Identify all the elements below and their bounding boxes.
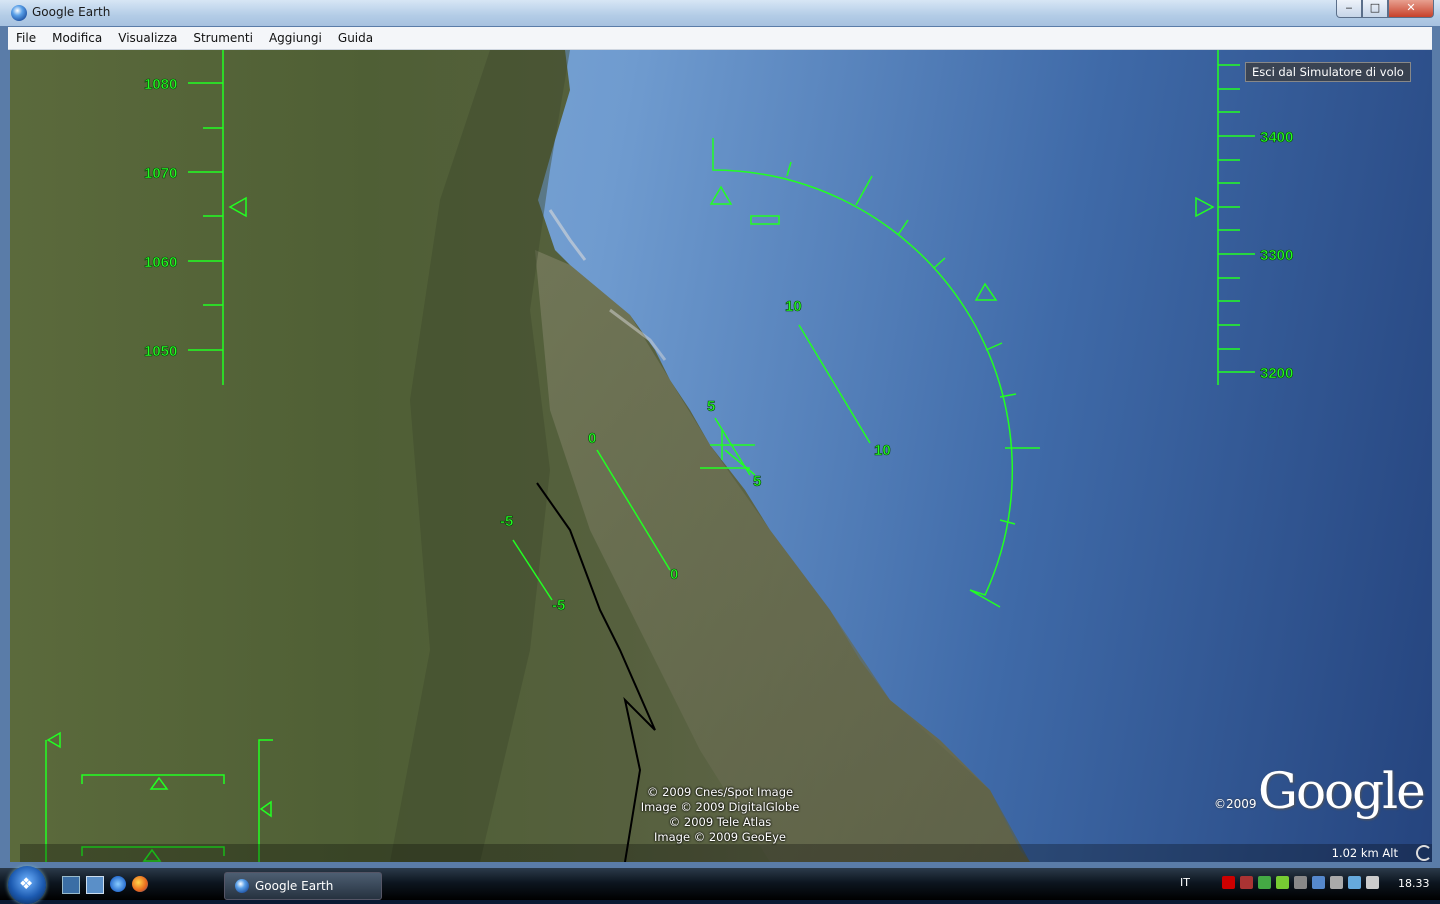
menu-aggiungi[interactable]: Aggiungi — [261, 28, 330, 45]
exit-flight-simulator-button[interactable]: Esci dal Simulatore di volo — [1245, 62, 1411, 82]
speed-label: 1080 — [144, 76, 177, 93]
internet-explorer-icon[interactable] — [110, 876, 126, 892]
switch-windows-icon[interactable] — [86, 876, 104, 894]
shield-icon[interactable] — [1276, 876, 1289, 889]
quick-launch — [62, 876, 148, 894]
menu-file[interactable]: File — [8, 28, 44, 45]
minimize-button[interactable]: ‒ — [1336, 0, 1362, 18]
pitch-label: 5 — [707, 398, 715, 415]
attribution-line: © 2009 Tele Atlas — [668, 815, 772, 829]
device-icon[interactable] — [1330, 876, 1343, 889]
altitude-label: 3300 — [1260, 247, 1293, 264]
close-button[interactable]: ✕ — [1388, 0, 1434, 18]
firefox-icon[interactable] — [132, 876, 148, 892]
google-earth-window: Google Earth ‒ □ ✕ File Modifica Visualizz… — [0, 0, 1440, 868]
clock[interactable]: 18.33 — [1398, 877, 1430, 890]
pitch-label: 0 — [588, 430, 596, 447]
volume-icon[interactable] — [1366, 876, 1379, 889]
speed-label: 1060 — [144, 254, 177, 271]
google-earth-icon — [235, 879, 249, 893]
menu-guida[interactable]: Guida — [330, 28, 381, 45]
update-icon[interactable] — [1312, 876, 1325, 889]
menu-strumenti[interactable]: Strumenti — [185, 28, 261, 45]
maximize-button[interactable]: □ — [1362, 0, 1388, 18]
hud-labels: 1080 1070 1060 1050 3400 3300 3200 10 10… — [144, 76, 1294, 615]
status-bar: 1.02 km Alt — [20, 844, 1432, 862]
windows-logo-icon: ❖ — [19, 874, 34, 893]
settings-icon[interactable] — [1294, 876, 1307, 889]
taskbar-google-earth-button[interactable]: Google Earth — [224, 872, 382, 900]
title-bar[interactable]: Google Earth ‒ □ ✕ — [0, 0, 1440, 26]
task-label: Google Earth — [255, 879, 334, 893]
security-icon[interactable] — [1258, 876, 1271, 889]
network-icon[interactable] — [1348, 876, 1361, 889]
streaming-spinner-icon — [1416, 845, 1432, 861]
start-button[interactable]: ❖ — [8, 866, 46, 904]
pitch-label: 10 — [785, 298, 802, 315]
attribution-line: Image © 2009 GeoEye — [654, 830, 786, 844]
pitch-label: -5 — [500, 513, 513, 530]
pitch-label: 10 — [874, 442, 891, 459]
imagery-attribution: © 2009 Cnes/Spot Image Image © 2009 Digi… — [630, 785, 810, 845]
system-tray — [1222, 876, 1379, 889]
google-earth-icon — [11, 5, 27, 21]
menu-modifica[interactable]: Modifica — [44, 28, 110, 45]
pitch-label: -5 — [552, 597, 565, 614]
windows-taskbar: ❖ Google Earth IT 18.33 — [0, 866, 1440, 904]
pitch-label: 0 — [670, 566, 678, 583]
speed-label: 1070 — [144, 165, 177, 182]
map-3d-view[interactable]: 1080 1070 1060 1050 3400 3300 3200 10 10… — [10, 50, 1432, 862]
ati-icon[interactable] — [1222, 876, 1235, 889]
altitude-label: 3200 — [1260, 365, 1293, 382]
google-logo: Google — [1258, 762, 1426, 820]
attribution-line: Image © 2009 DigitalGlobe — [640, 800, 800, 814]
window-title: Google Earth — [32, 5, 111, 19]
show-desktop-icon[interactable] — [62, 876, 80, 894]
menu-visualizza[interactable]: Visualizza — [110, 28, 185, 45]
language-indicator[interactable]: IT — [1180, 876, 1190, 889]
window-controls: ‒ □ ✕ — [1336, 0, 1434, 18]
logo-copyright: ©2009 — [1214, 797, 1257, 811]
menu-bar: File Modifica Visualizza Strumenti Aggiungi G… — [8, 27, 1432, 50]
speed-label: 1050 — [144, 343, 177, 360]
altitude-label: 3400 — [1260, 129, 1293, 146]
attribution-line: © 2009 Cnes/Spot Image — [646, 785, 794, 799]
pitch-label: 5 — [753, 473, 761, 490]
tool-icon[interactable] — [1240, 876, 1253, 889]
altitude-readout: 1.02 km Alt — [1331, 846, 1398, 860]
